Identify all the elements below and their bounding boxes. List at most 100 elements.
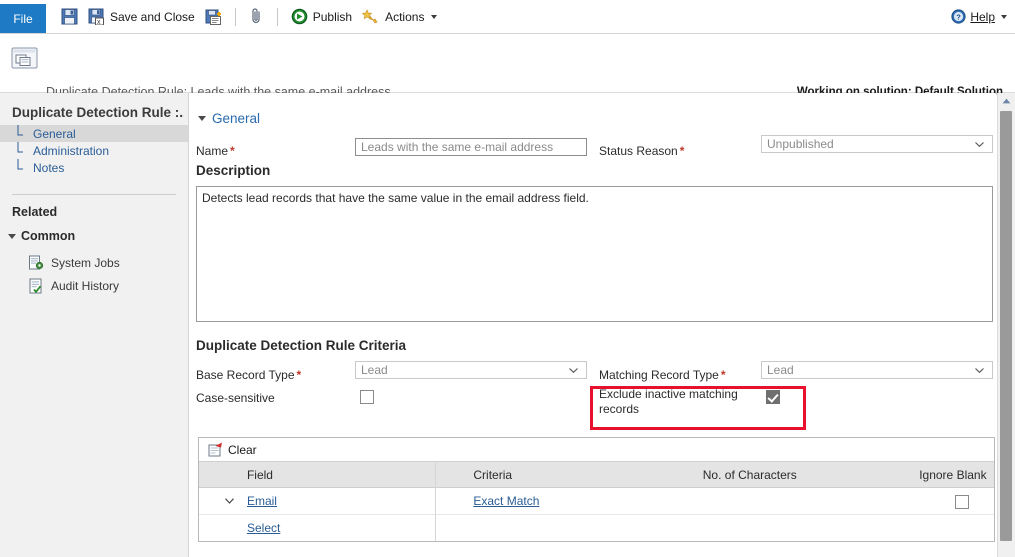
save-close-icon: x: [88, 8, 105, 26]
base-record-type-value: Lead: [361, 363, 388, 377]
grid-header-criteria: Criteria: [473, 467, 513, 482]
file-tab[interactable]: File: [0, 4, 46, 33]
grid-header-no-of-characters: No. of Characters: [702, 467, 797, 482]
required-asterisk: *: [296, 368, 302, 382]
command-bar: x Save and Close Publish Actions: [56, 0, 442, 33]
help-button[interactable]: ? Help: [951, 0, 1007, 33]
triangle-down-icon: [8, 233, 16, 239]
grid-header-row: Field Criteria No. of Characters Ignore …: [199, 462, 994, 488]
base-record-type-label: Base Record Type *: [196, 368, 302, 382]
required-asterisk: *: [679, 144, 685, 158]
left-navigation: Duplicate Detection Rule :... General Ad…: [0, 93, 189, 557]
clear-label: Clear: [228, 442, 257, 457]
case-sensitive-checkbox[interactable]: [360, 390, 374, 404]
nav-title: Duplicate Detection Rule :...: [12, 105, 184, 120]
nav-group-common[interactable]: Common: [8, 229, 75, 243]
tree-connector-icon: [17, 159, 23, 170]
publish-icon: [291, 8, 308, 25]
status-reason-select[interactable]: Unpublished: [761, 135, 993, 153]
clear-icon: [208, 442, 223, 457]
chevron-down-icon: [569, 368, 578, 373]
required-asterisk: *: [720, 368, 726, 382]
sidebar-item-administration[interactable]: Administration: [0, 142, 188, 159]
sidebar-item-general[interactable]: General: [0, 125, 188, 142]
name-label: Name *: [196, 144, 235, 158]
criteria-grid: Clear Field Criteria No. of Characters I…: [198, 437, 995, 542]
chevron-down-icon: [431, 14, 438, 19]
publish-button[interactable]: Publish: [286, 6, 357, 27]
field-link[interactable]: Email: [247, 494, 277, 508]
section-header-general[interactable]: General: [198, 111, 260, 126]
save-and-new-button[interactable]: [200, 6, 227, 27]
select-cell: Select: [237, 521, 471, 535]
nav-leaf-label: System Jobs: [51, 256, 120, 270]
section-header-label: General: [212, 111, 261, 126]
save-new-icon: [205, 8, 222, 25]
help-chevron-down-icon: [1001, 14, 1007, 19]
triangle-down-icon: [198, 116, 206, 121]
grid-column-separator: [435, 462, 436, 541]
sidebar-item-notes[interactable]: Notes: [0, 159, 188, 176]
toolbar-separator: [234, 7, 236, 26]
sidebar-item-label: General: [33, 126, 76, 141]
status-reason-label: Status Reason *: [599, 144, 685, 158]
nav-divider: [12, 194, 176, 195]
grid-header-field: Field: [246, 467, 273, 482]
base-record-type-select[interactable]: Lead: [355, 361, 587, 379]
related-heading: Related: [12, 205, 58, 219]
description-textarea[interactable]: [196, 186, 993, 322]
matching-record-type-label: Matching Record Type *: [599, 368, 726, 382]
matching-record-type-select[interactable]: Lead: [761, 361, 993, 379]
tree-connector-icon: [17, 142, 23, 153]
save-and-close-label: Save and Close: [110, 9, 195, 24]
chevron-down-icon: [975, 142, 984, 147]
save-icon: [61, 8, 78, 25]
record-header: Duplicate Detection Rule: Leads with the…: [0, 34, 1015, 122]
row-field-cell: Email: [237, 494, 471, 508]
svg-text:x: x: [97, 19, 101, 25]
save-and-close-button[interactable]: x Save and Close: [83, 6, 200, 27]
name-input[interactable]: [355, 138, 587, 156]
case-sensitive-label: Case-sensitive: [196, 391, 275, 405]
scroll-up-button[interactable]: [998, 93, 1014, 109]
actions-icon: [361, 8, 380, 25]
chevron-down-icon: [225, 498, 234, 504]
actions-label: Actions: [385, 9, 425, 24]
select-link[interactable]: Select: [247, 521, 280, 535]
matching-record-type-value: Lead: [767, 363, 794, 377]
duplicate-detection-rule-form: File x Save and Close Publish Actions ? …: [0, 0, 1015, 557]
table-row[interactable]: Email Exact Match: [199, 488, 994, 515]
sidebar-item-label: Administration: [33, 143, 110, 158]
table-row-select[interactable]: Select: [199, 515, 994, 541]
vertical-scrollbar[interactable]: [997, 93, 1015, 557]
nav-group-label: Common: [21, 229, 76, 243]
row-expander[interactable]: [199, 498, 237, 504]
clear-button[interactable]: Clear: [204, 441, 261, 458]
chevron-down-icon: [975, 368, 984, 373]
nav-leaf-system-jobs[interactable]: System Jobs: [28, 255, 120, 271]
toolbar-separator-2: [276, 7, 278, 26]
ribbon-toolbar: File x Save and Close Publish Actions ? …: [0, 0, 1015, 34]
nav-tree: General Administration Notes: [0, 125, 188, 176]
scrollbar-thumb[interactable]: [1000, 111, 1012, 541]
duplicate-rule-entity-icon: [11, 46, 38, 74]
criteria-link[interactable]: Exact Match: [473, 494, 539, 508]
status-reason-value: Unpublished: [767, 137, 834, 151]
required-asterisk: *: [230, 144, 235, 158]
triangle-up-icon: [1002, 98, 1010, 104]
paperclip-icon: [249, 8, 264, 25]
attach-button[interactable]: [244, 6, 269, 27]
grid-toolbar: Clear: [199, 438, 994, 462]
tree-connector-icon: [17, 125, 23, 136]
audit-history-icon: [28, 278, 44, 294]
svg-text:?: ?: [957, 12, 962, 21]
save-button[interactable]: [56, 6, 83, 27]
row-ignore-blank-cell: [915, 493, 994, 510]
nav-leaf-audit-history[interactable]: Audit History: [28, 278, 119, 294]
actions-button[interactable]: Actions: [357, 6, 442, 27]
row-criteria-cell: Exact Match: [471, 494, 700, 508]
exclude-inactive-checkbox[interactable]: [766, 390, 780, 404]
exclude-inactive-label: Exclude inactive matching records: [599, 387, 738, 416]
help-icon: ?: [951, 9, 966, 24]
ignore-blank-checkbox[interactable]: [955, 494, 970, 509]
